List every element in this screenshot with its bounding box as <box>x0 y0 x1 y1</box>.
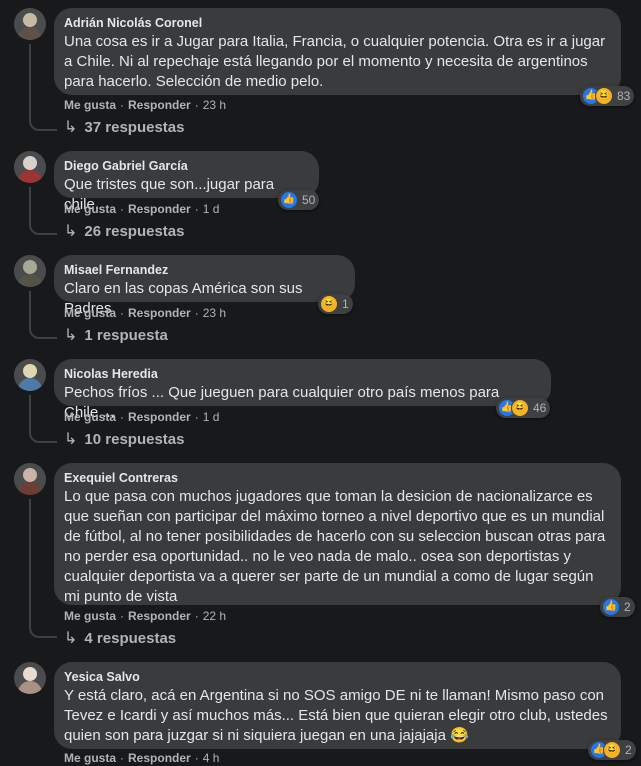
view-replies-link[interactable]: ↳ 10 respuestas <box>64 431 184 449</box>
thread-line <box>29 187 57 235</box>
thread-line <box>29 395 57 443</box>
avatar-head-shape <box>23 364 37 378</box>
view-replies-link[interactable]: ↳ 37 respuestas <box>64 119 184 137</box>
view-replies-link[interactable]: ↳ 1 respuesta <box>64 327 168 345</box>
replies-count: 4 respuestas <box>84 630 177 647</box>
reply-button[interactable]: Responder <box>128 98 191 112</box>
comment-actions: Me gusta · Responder · 23 h <box>64 306 227 320</box>
haha-icon: 😆 <box>320 295 338 313</box>
avatar[interactable] <box>14 151 46 183</box>
like-button[interactable]: Me gusta <box>64 410 116 424</box>
avatar[interactable] <box>14 8 46 40</box>
thread-line <box>29 44 57 131</box>
haha-icon: 😆 <box>603 741 621 759</box>
comment-bubble: Nicolas Heredia Pechos fríos ... Que jue… <box>54 359 551 421</box>
comment-bubble: Misael Fernandez Claro en las copas Amér… <box>54 255 355 317</box>
comment-author[interactable]: Nicolas Heredia <box>64 366 539 382</box>
replies-count: 10 respuestas <box>84 431 185 448</box>
comment-author[interactable]: Misael Fernandez <box>64 262 343 278</box>
like-button[interactable]: Me gusta <box>64 306 116 320</box>
comment-time[interactable]: 23 h <box>203 306 226 320</box>
reaction-summary[interactable]: 👍 😆 83 <box>580 86 635 106</box>
reaction-count: 46 <box>533 401 547 415</box>
avatar-head-shape <box>23 667 37 681</box>
comment-actions: Me gusta · Responder · 1 d <box>64 202 220 216</box>
reply-button[interactable]: Responder <box>128 202 191 216</box>
comment-bubble: Exequiel Contreras Lo que pasa con mucho… <box>54 463 621 605</box>
comment-time[interactable]: 22 h <box>203 609 226 623</box>
reply-button[interactable]: Responder <box>128 609 191 623</box>
reaction-summary[interactable]: 👍 😆 46 <box>496 398 551 418</box>
reply-button[interactable]: Responder <box>128 306 191 320</box>
avatar[interactable] <box>14 463 46 495</box>
comment-bubble: Yesica Salvo Y está claro, acá en Argent… <box>54 662 621 749</box>
comment-author[interactable]: Adrián Nicolás Coronel <box>64 15 609 31</box>
reply-button[interactable]: Responder <box>128 410 191 424</box>
like-button[interactable]: Me gusta <box>64 202 116 216</box>
comment-author[interactable]: Yesica Salvo <box>64 669 609 685</box>
comment-time[interactable]: 23 h <box>203 98 226 112</box>
reply-arrow-icon: ↳ <box>64 223 78 240</box>
comment-bubble: Diego Gabriel García Que tristes que son… <box>54 151 319 213</box>
avatar-body-shape <box>18 27 42 40</box>
avatar-head-shape <box>23 468 37 482</box>
avatar[interactable] <box>14 359 46 391</box>
comment-text: Una cosa es ir a Jugar para Italia, Fran… <box>64 33 606 90</box>
comment-time[interactable]: 4 h <box>203 751 220 765</box>
comment-actions: Me gusta · Responder · 1 d <box>64 410 220 424</box>
replies-count: 26 respuestas <box>84 223 185 240</box>
view-replies-link[interactable]: ↳ 26 respuestas <box>64 223 184 241</box>
reaction-summary[interactable]: 👍 50 <box>278 190 320 210</box>
comment-text: Y está claro, acá en Argentina si no SOS… <box>64 687 608 744</box>
avatar-head-shape <box>23 156 37 170</box>
replies-count: 1 respuesta <box>84 327 168 344</box>
reply-arrow-icon: ↳ <box>64 431 78 448</box>
comment-time[interactable]: 1 d <box>203 202 220 216</box>
thread-line <box>29 291 57 339</box>
thread-line <box>29 499 57 638</box>
reaction-summary[interactable]: 😆 1 <box>318 294 353 314</box>
reply-button[interactable]: Responder <box>128 751 191 765</box>
view-replies-link[interactable]: ↳ 4 respuestas <box>64 630 176 648</box>
haha-icon: 😆 <box>595 87 613 105</box>
comment-bubble: Adrián Nicolás Coronel Una cosa es ir a … <box>54 8 621 95</box>
like-button[interactable]: Me gusta <box>64 98 116 112</box>
reaction-summary[interactable]: 👍 2 <box>600 597 635 617</box>
avatar-head-shape <box>23 260 37 274</box>
haha-icon: 😆 <box>511 399 529 417</box>
reaction-count: 83 <box>617 89 631 103</box>
comment-author[interactable]: Exequiel Contreras <box>64 470 609 486</box>
avatar-head-shape <box>23 13 37 27</box>
like-button[interactable]: Me gusta <box>64 751 116 765</box>
avatar-body-shape <box>18 170 42 183</box>
reply-arrow-icon: ↳ <box>64 327 78 344</box>
reaction-count: 2 <box>625 743 632 757</box>
like-icon: 👍 <box>602 598 620 616</box>
reaction-count: 50 <box>302 193 316 207</box>
comment-author[interactable]: Diego Gabriel García <box>64 158 307 174</box>
comment-actions: Me gusta · Responder · 23 h <box>64 98 227 112</box>
reply-arrow-icon: ↳ <box>64 119 78 136</box>
like-button[interactable]: Me gusta <box>64 609 116 623</box>
reaction-summary[interactable]: 👍 😆 2 <box>588 740 636 760</box>
avatar-body-shape <box>18 681 42 694</box>
avatar-body-shape <box>18 482 42 495</box>
avatar-body-shape <box>18 274 42 287</box>
comment-time[interactable]: 1 d <box>203 410 220 424</box>
reaction-count: 2 <box>624 600 631 614</box>
comment-actions: Me gusta · Responder · 4 h <box>64 751 220 765</box>
reply-arrow-icon: ↳ <box>64 630 78 647</box>
comment-text: Lo que pasa con muchos jugadores que tom… <box>64 488 606 605</box>
avatar[interactable] <box>14 662 46 694</box>
avatar-body-shape <box>18 378 42 391</box>
replies-count: 37 respuestas <box>84 119 185 136</box>
avatar[interactable] <box>14 255 46 287</box>
reaction-count: 1 <box>342 297 349 311</box>
like-icon: 👍 <box>280 191 298 209</box>
comment-actions: Me gusta · Responder · 22 h <box>64 609 227 623</box>
